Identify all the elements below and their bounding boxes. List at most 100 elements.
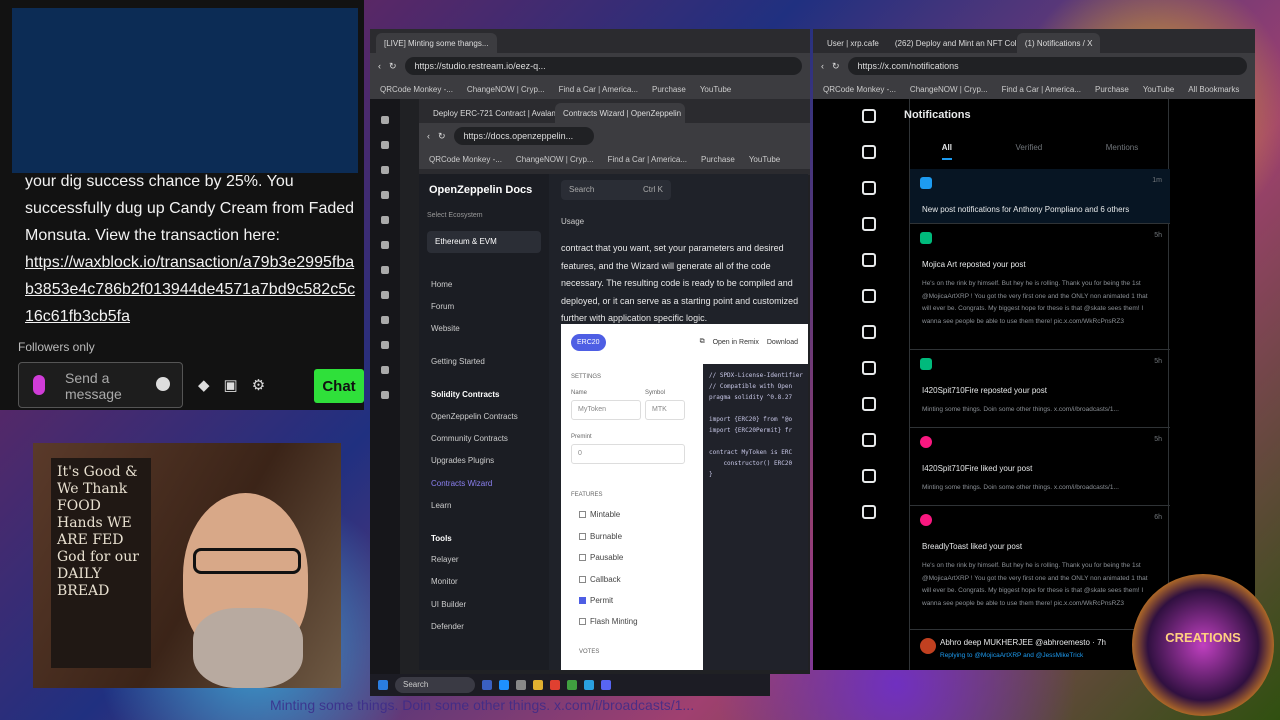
communities-icon[interactable] — [862, 397, 876, 411]
checkbox-checked[interactable] — [579, 597, 586, 604]
copy-icon[interactable]: ⧉ — [700, 338, 705, 346]
tab-live-stream[interactable]: [LIVE] Minting some thangs... — [376, 33, 497, 53]
lightning-icon[interactable] — [862, 433, 876, 447]
notification-item[interactable]: BreadlyToast liked your post He's on the… — [910, 506, 1170, 630]
url-field[interactable]: https://studio.restream.io/eez-q... — [404, 57, 802, 75]
bookmark-item[interactable]: QRCode Monkey -... — [823, 85, 896, 94]
nav-forum[interactable]: Forum — [431, 302, 454, 311]
bookmark-item[interactable]: QRCode Monkey -... — [429, 155, 502, 164]
bookmark-item[interactable]: Purchase — [1095, 85, 1129, 94]
chat-button[interactable]: Chat — [314, 369, 364, 403]
tab-deploy[interactable]: Deploy ERC-721 Contract | Avalanche — [425, 103, 555, 123]
chrome-icon[interactable] — [567, 680, 577, 690]
bookmark-item[interactable]: QRCode Monkey -... — [380, 85, 453, 94]
microphone-icon[interactable] — [33, 375, 45, 395]
tab-notifications[interactable]: (1) Notifications / X — [1016, 33, 1101, 53]
bookmark-item[interactable]: YouTube — [700, 85, 731, 94]
feature-flash-minting[interactable]: Flash Minting — [579, 617, 638, 626]
app-icon[interactable] — [482, 680, 492, 690]
bookmark-icon[interactable] — [862, 361, 876, 375]
checkbox[interactable] — [579, 554, 586, 561]
nav-defender[interactable]: Defender — [431, 622, 464, 631]
checkbox[interactable] — [579, 511, 586, 518]
gift-icon[interactable]: ▣ — [224, 376, 238, 394]
bookmark-item[interactable]: Find a Car | America... — [559, 85, 638, 94]
code-editor[interactable]: // SPDX-License-Identifier // Compatible… — [703, 364, 808, 670]
back-icon[interactable]: ‹ — [821, 61, 824, 71]
search-icon[interactable] — [862, 181, 876, 195]
tab-mentions[interactable]: Mentions — [1106, 143, 1138, 160]
app-icon[interactable] — [516, 680, 526, 690]
bookmark-item[interactable]: ChangeNOW | Cryp... — [910, 85, 988, 94]
checkbox[interactable] — [579, 576, 586, 583]
discord-icon[interactable] — [601, 680, 611, 690]
folder-icon[interactable] — [533, 680, 543, 690]
symbol-input[interactable]: MTK — [645, 400, 685, 420]
home-icon[interactable] — [862, 145, 876, 159]
tab-xrp-cafe[interactable]: User | xrp.cafe — [819, 33, 887, 53]
back-icon[interactable]: ‹ — [427, 131, 430, 141]
nav-ui-builder[interactable]: UI Builder — [431, 600, 466, 609]
grok-icon[interactable] — [862, 289, 876, 303]
reload-icon[interactable]: ↻ — [832, 61, 840, 72]
app-icon[interactable] — [499, 680, 509, 690]
telegram-icon[interactable] — [584, 680, 594, 690]
brave-icon[interactable] — [550, 680, 560, 690]
checkbox[interactable] — [579, 533, 586, 540]
inner-url-field[interactable]: https://docs.openzeppelin... — [453, 127, 594, 145]
windows-icon[interactable] — [378, 680, 388, 690]
x-logo-icon[interactable] — [862, 109, 876, 123]
docs-logo[interactable]: OpenZeppelin Docs — [429, 184, 532, 196]
bookmark-item[interactable]: ChangeNOW | Cryp... — [516, 155, 594, 164]
nav-website[interactable]: Website — [431, 324, 460, 333]
feature-pausable[interactable]: Pausable — [579, 553, 623, 562]
notification-item[interactable]: New post notifications for Anthony Pompl… — [910, 169, 1170, 224]
more-icon[interactable] — [862, 505, 876, 519]
settings-icon[interactable]: ⚙ — [252, 376, 265, 394]
download-button[interactable]: Download — [767, 339, 798, 346]
premint-input[interactable]: 0 — [571, 444, 685, 464]
taskbar-search[interactable]: Search — [395, 677, 475, 693]
nav-oz-contracts[interactable]: OpenZeppelin Contracts — [431, 412, 518, 421]
tab-all[interactable]: All — [941, 143, 952, 160]
nav-community-contracts[interactable]: Community Contracts — [431, 434, 508, 443]
nav-relayer[interactable]: Relayer — [431, 555, 459, 564]
tab-contracts-wizard[interactable]: Contracts Wizard | OpenZeppelin — [555, 103, 685, 123]
notification-item[interactable]: I420Spit710Fire reposted your post Minti… — [910, 350, 1170, 428]
mail-icon[interactable] — [862, 253, 876, 267]
feature-permit[interactable]: Permit — [579, 596, 613, 605]
bookmark-item[interactable]: Find a Car | America... — [1002, 85, 1081, 94]
notification-item[interactable]: I420Spit710Fire liked your post Minting … — [910, 428, 1170, 506]
bookmark-item[interactable]: All Bookmarks — [1188, 85, 1239, 94]
bell-icon[interactable] — [862, 217, 876, 231]
back-icon[interactable]: ‹ — [378, 61, 381, 71]
x-url-field[interactable]: https://x.com/notifications — [847, 57, 1247, 75]
tab-verified[interactable]: Verified — [1016, 143, 1043, 160]
bookmark-item[interactable]: YouTube — [749, 155, 780, 164]
name-input[interactable]: MyToken — [571, 400, 641, 420]
emoji-icon[interactable] — [156, 377, 170, 391]
profile-icon[interactable] — [862, 469, 876, 483]
nav-learn[interactable]: Learn — [431, 501, 451, 510]
feature-burnable[interactable]: Burnable — [579, 532, 622, 541]
premium-icon[interactable] — [862, 325, 876, 339]
reload-icon[interactable]: ↻ — [389, 61, 397, 72]
tab-erc20[interactable]: ERC20 — [571, 333, 606, 351]
nav-monitor[interactable]: Monitor — [431, 577, 458, 586]
reply-item[interactable]: Abhro deep MUKHERJEE @abhroemesto · 7h R… — [910, 630, 1170, 670]
nav-getting-started[interactable]: Getting Started — [431, 357, 485, 366]
transaction-link[interactable]: https://waxblock.io/transaction/a79b3e29… — [25, 249, 360, 330]
open-remix-button[interactable]: Open in Remix — [713, 339, 759, 346]
bits-icon[interactable]: ◆ — [198, 376, 210, 394]
bookmark-item[interactable]: Find a Car | America... — [608, 155, 687, 164]
nav-home[interactable]: Home — [431, 280, 452, 289]
bookmark-item[interactable]: Purchase — [701, 155, 735, 164]
bookmark-item[interactable]: YouTube — [1143, 85, 1174, 94]
tab-youtube[interactable]: (262) Deploy and Mint an NFT Colle... — [887, 33, 1017, 53]
nav-contracts-wizard[interactable]: Contracts Wizard — [431, 479, 492, 488]
docs-search[interactable]: Search Ctrl K — [561, 180, 671, 200]
feature-callback[interactable]: Callback — [579, 575, 621, 584]
notification-item[interactable]: Mojica Art reposted your post He's on th… — [910, 224, 1170, 350]
bookmark-item[interactable]: Purchase — [652, 85, 686, 94]
checkbox[interactable] — [579, 618, 586, 625]
